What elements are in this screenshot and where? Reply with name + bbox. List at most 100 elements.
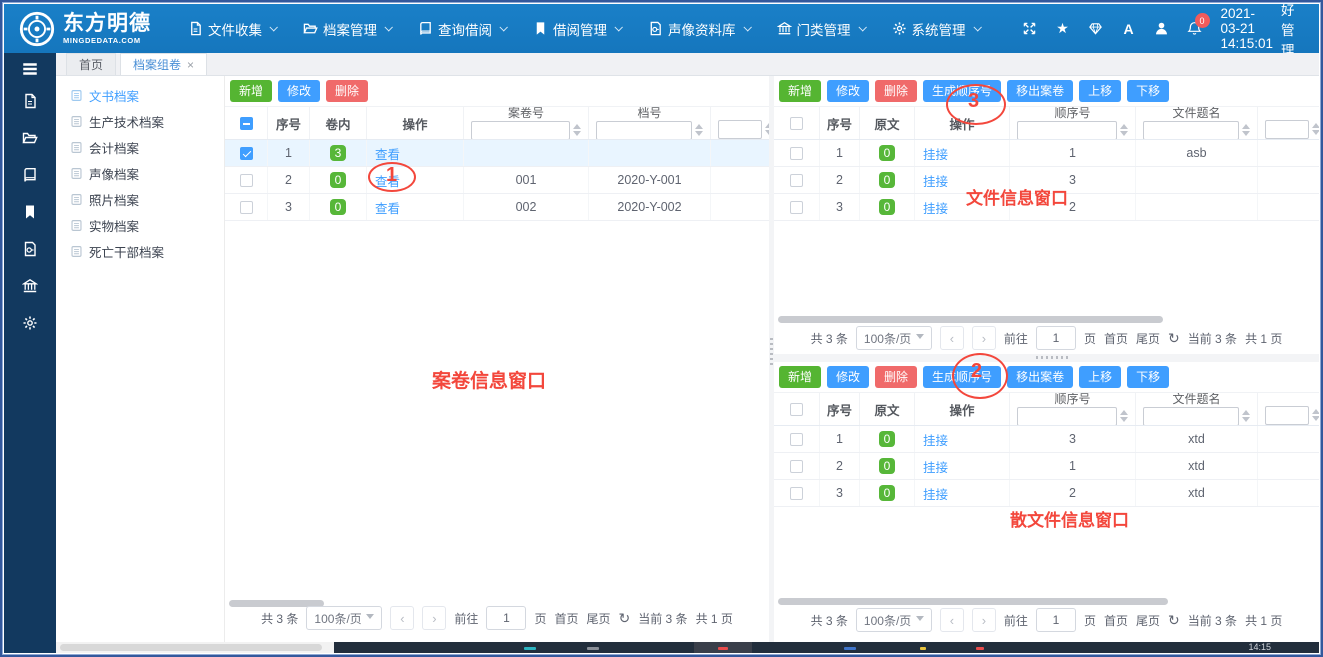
row-checkbox[interactable]: [240, 174, 253, 187]
action-link[interactable]: 查看: [375, 171, 400, 190]
tab-档案组卷[interactable]: 档案组卷×: [120, 53, 207, 75]
sort-carets-icon[interactable]: [573, 120, 581, 139]
tree-item[interactable]: 生产技术档案: [56, 108, 224, 134]
first-page-button[interactable]: 首页: [554, 610, 578, 627]
page-input[interactable]: [486, 606, 526, 630]
row-checkbox[interactable]: [790, 201, 803, 214]
row-checkbox[interactable]: [790, 174, 803, 187]
refresh-icon[interactable]: ↻: [1168, 612, 1180, 629]
action-link[interactable]: 挂接: [923, 457, 948, 476]
table-row[interactable]: 20查看0012020-Y-001: [225, 167, 769, 194]
edit-button[interactable]: 修改: [827, 80, 869, 102]
delete-button[interactable]: 删除: [875, 366, 917, 388]
page-input[interactable]: [1036, 608, 1076, 632]
filter-input-order-no[interactable]: [1017, 407, 1117, 426]
table-row[interactable]: 10挂接3xtd: [774, 426, 1319, 453]
row-checkbox[interactable]: [240, 201, 253, 214]
tree-item[interactable]: 死亡干部档案: [56, 238, 224, 264]
row-checkbox[interactable]: [790, 487, 803, 500]
select-all-checkbox[interactable]: [790, 403, 803, 416]
sidebar-book-icon[interactable]: [22, 167, 38, 183]
row-checkbox[interactable]: [240, 147, 253, 160]
taskbar-active-app[interactable]: [694, 642, 752, 653]
close-icon[interactable]: ×: [187, 58, 194, 72]
next-page-button[interactable]: ›: [972, 326, 996, 350]
move-up-button[interactable]: 上移: [1079, 80, 1121, 102]
bell-icon[interactable]: 0: [1185, 21, 1205, 36]
nav-borrow-management[interactable]: 借阅管理: [533, 19, 621, 39]
filter-input-case-no[interactable]: [471, 121, 570, 140]
sort-carets-icon[interactable]: [1312, 405, 1319, 425]
sidebar-media-file-icon[interactable]: [22, 241, 38, 257]
filter-input-extra[interactable]: [1265, 120, 1309, 139]
scrollbar-thumb[interactable]: [60, 644, 322, 651]
tree-item[interactable]: 声像档案: [56, 160, 224, 186]
sort-carets-icon[interactable]: [1120, 406, 1128, 425]
generate-seq-button[interactable]: 生成顺序号: [923, 366, 1001, 388]
table-row[interactable]: 30挂接2: [774, 194, 1319, 221]
nav-av-library[interactable]: 声像资料库: [648, 19, 750, 39]
tree-item[interactable]: 文书档案: [56, 82, 224, 108]
page-size-select[interactable]: 100条/页: [306, 606, 382, 630]
add-button[interactable]: 新增: [230, 80, 272, 102]
nav-category-management[interactable]: 门类管理: [777, 19, 865, 39]
filter-input-extra[interactable]: [718, 120, 762, 139]
taskbar-icon[interactable]: [844, 647, 856, 650]
filter-input-archive-no[interactable]: [596, 121, 692, 140]
sort-carets-icon[interactable]: [695, 120, 703, 139]
sort-carets-icon[interactable]: [1242, 406, 1250, 425]
horizontal-scrollbar[interactable]: [778, 316, 1163, 323]
next-page-button[interactable]: ›: [972, 608, 996, 632]
tree-item[interactable]: 照片档案: [56, 186, 224, 212]
action-link[interactable]: 查看: [375, 144, 400, 163]
sidebar-bookmark-icon[interactable]: [22, 204, 38, 220]
page-input[interactable]: [1036, 326, 1076, 350]
refresh-icon[interactable]: ↻: [618, 610, 630, 627]
table-row[interactable]: 13查看: [225, 140, 769, 167]
prev-page-button[interactable]: ‹: [940, 608, 964, 632]
delete-button[interactable]: 删除: [326, 80, 368, 102]
row-checkbox[interactable]: [790, 433, 803, 446]
sort-carets-icon[interactable]: [1120, 120, 1128, 139]
remove-from-case-button[interactable]: 移出案卷: [1007, 366, 1073, 388]
row-checkbox[interactable]: [790, 147, 803, 160]
table-row[interactable]: 30挂接2xtd: [774, 480, 1319, 507]
nav-query-borrow[interactable]: 查询借阅: [418, 19, 506, 39]
move-down-button[interactable]: 下移: [1127, 366, 1169, 388]
select-all-checkbox[interactable]: [790, 117, 803, 130]
sidebar-gear-icon[interactable]: [22, 315, 38, 331]
refresh-icon[interactable]: ↻: [1168, 330, 1180, 347]
gem-icon[interactable]: [1086, 21, 1106, 36]
prev-page-button[interactable]: ‹: [390, 606, 414, 630]
horizontal-splitter[interactable]: [774, 354, 1319, 362]
action-link[interactable]: 挂接: [923, 144, 948, 163]
last-page-button[interactable]: 尾页: [586, 610, 610, 627]
taskbar-icon[interactable]: [920, 647, 926, 650]
action-link[interactable]: 查看: [375, 198, 400, 217]
move-up-button[interactable]: 上移: [1079, 366, 1121, 388]
nav-archive-management[interactable]: 档案管理: [303, 19, 391, 39]
taskbar-icon[interactable]: [976, 647, 984, 650]
move-down-button[interactable]: 下移: [1127, 80, 1169, 102]
taskbar-icon[interactable]: [587, 647, 599, 650]
add-button[interactable]: 新增: [779, 80, 821, 102]
select-all-checkbox[interactable]: [240, 117, 253, 130]
filter-input-file-title[interactable]: [1143, 407, 1239, 426]
first-page-button[interactable]: 首页: [1104, 330, 1128, 347]
add-button[interactable]: 新增: [779, 366, 821, 388]
edit-button[interactable]: 修改: [278, 80, 320, 102]
generate-seq-button[interactable]: 生成顺序号: [923, 80, 1001, 102]
table-row[interactable]: 20挂接1xtd: [774, 453, 1319, 480]
delete-button[interactable]: 删除: [875, 80, 917, 102]
filter-input-order-no[interactable]: [1017, 121, 1117, 140]
prev-page-button[interactable]: ‹: [940, 326, 964, 350]
sidebar-bank-icon[interactable]: [22, 278, 38, 294]
last-page-button[interactable]: 尾页: [1136, 612, 1160, 629]
filter-input-extra[interactable]: [1265, 406, 1309, 425]
edit-button[interactable]: 修改: [827, 366, 869, 388]
last-page-button[interactable]: 尾页: [1136, 330, 1160, 347]
action-link[interactable]: 挂接: [923, 430, 948, 449]
tree-item[interactable]: 会计档案: [56, 134, 224, 160]
next-page-button[interactable]: ›: [422, 606, 446, 630]
page-size-select[interactable]: 100条/页: [856, 608, 932, 632]
